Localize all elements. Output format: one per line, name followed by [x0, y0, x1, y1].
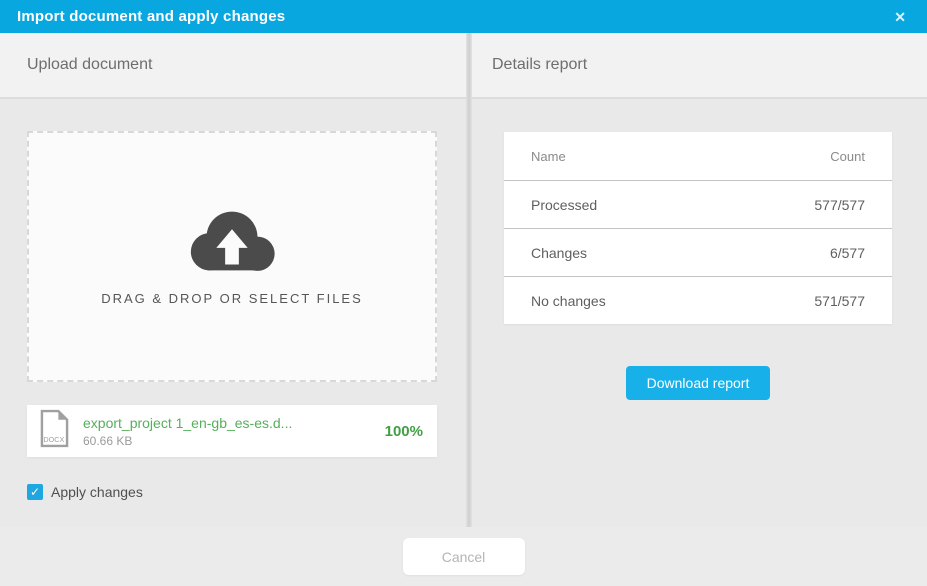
import-dialog: Import document and apply changes ✕ Uplo…	[0, 0, 927, 586]
file-size: 60.66 KB	[83, 434, 375, 448]
cancel-button[interactable]: Cancel	[403, 538, 525, 575]
row-count: 571/577	[814, 293, 865, 309]
dropzone-label: DRAG & DROP OR SELECT FILES	[101, 291, 363, 306]
table-header-row: Name Count	[504, 132, 892, 180]
row-count: 577/577	[814, 197, 865, 213]
download-report-button[interactable]: Download report	[626, 366, 770, 400]
row-name: No changes	[531, 293, 606, 309]
upload-panel-title: Upload document	[27, 56, 152, 74]
dialog-body: Upload document	[0, 33, 927, 527]
details-panel-header: Details report	[472, 33, 927, 99]
apply-changes-checkbox[interactable]: ✓	[27, 484, 43, 500]
row-name: Changes	[531, 245, 587, 261]
cloud-upload-icon	[183, 207, 281, 273]
details-panel-body: Name Count Processed 577/577 Changes 6/5…	[472, 99, 927, 527]
file-upload-progress: 100%	[385, 423, 423, 440]
details-panel-title: Details report	[492, 56, 587, 74]
apply-changes-label: Apply changes	[51, 484, 143, 500]
file-info: export_project 1_en-gb_es-es.d... 60.66 …	[83, 415, 375, 448]
file-name: export_project 1_en-gb_es-es.d...	[83, 415, 375, 431]
uploaded-file-item: DOCX export_project 1_en-gb_es-es.d... 6…	[27, 405, 437, 457]
upload-panel: Upload document	[0, 33, 466, 527]
row-count: 6/577	[830, 245, 865, 261]
dialog-footer: Cancel	[0, 527, 927, 586]
table-row: Processed 577/577	[504, 180, 892, 228]
docx-file-icon: DOCX	[40, 409, 69, 453]
report-table: Name Count Processed 577/577 Changes 6/5…	[504, 132, 892, 324]
row-name: Processed	[531, 197, 597, 213]
apply-changes-row[interactable]: ✓ Apply changes	[27, 484, 437, 500]
column-header-count: Count	[830, 149, 865, 164]
upload-panel-body: DRAG & DROP OR SELECT FILES DOCX export_…	[0, 99, 466, 527]
download-report-container: Download report	[504, 366, 892, 400]
table-row: No changes 571/577	[504, 276, 892, 324]
upload-panel-header: Upload document	[0, 33, 466, 99]
file-dropzone[interactable]: DRAG & DROP OR SELECT FILES	[27, 131, 437, 382]
table-row: Changes 6/577	[504, 228, 892, 276]
column-header-name: Name	[531, 149, 566, 164]
dialog-titlebar: Import document and apply changes ✕	[0, 0, 927, 33]
svg-text:DOCX: DOCX	[43, 435, 64, 444]
close-icon[interactable]: ✕	[890, 8, 910, 26]
details-panel: Details report Name Count Processed 577/…	[472, 33, 927, 527]
dialog-title: Import document and apply changes	[17, 8, 285, 25]
